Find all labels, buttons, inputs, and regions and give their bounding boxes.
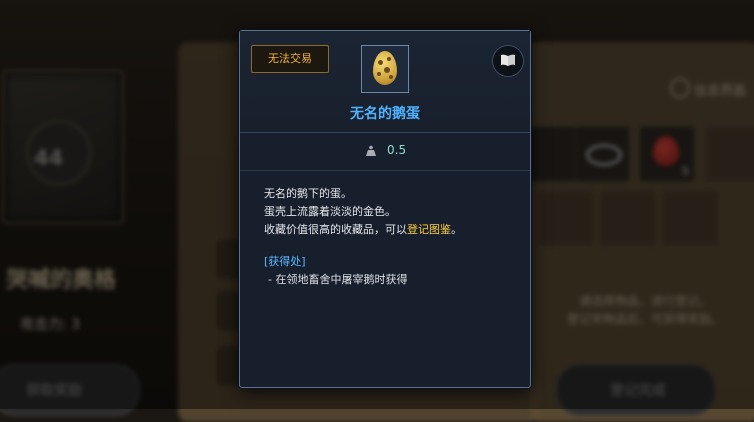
item-name: 无名的鹅蛋 bbox=[350, 106, 420, 122]
item-icon-frame bbox=[361, 45, 409, 93]
book-glyph bbox=[501, 54, 515, 66]
book-icon[interactable] bbox=[492, 45, 524, 77]
weight-value: 0.5 bbox=[387, 143, 407, 157]
register-codex-highlight: 登记图鉴 bbox=[407, 223, 451, 236]
goose-egg-icon bbox=[373, 51, 397, 85]
item-description: 无名的鹅下的蛋。 蛋壳上流露着淡淡的金色。 收藏价值很高的收藏品，可以登记图鉴。 bbox=[264, 185, 462, 239]
description-text: 。 bbox=[451, 223, 462, 236]
egg-spot bbox=[389, 75, 393, 79]
source-title: [获得处] bbox=[264, 255, 306, 268]
source-line: - 在领地畜舍中屠宰鹅时获得 bbox=[268, 273, 408, 286]
description-line: 蛋壳上流露着淡淡的金色。 bbox=[264, 205, 396, 218]
description-line: 无名的鹅下的蛋。 bbox=[264, 187, 352, 200]
tooltip-header: 无法交易 无名的鹅蛋 bbox=[240, 31, 530, 133]
egg-spot bbox=[378, 60, 383, 65]
description-text: 收藏价值很高的收藏品，可以 bbox=[264, 223, 407, 236]
egg-spot bbox=[377, 72, 381, 76]
weight-row: 0.5 bbox=[240, 132, 530, 171]
egg-spot bbox=[384, 67, 390, 73]
egg-spot bbox=[387, 57, 391, 61]
item-tooltip: 无法交易 无名的鹅蛋 0.5 无名的鹅下的蛋。 蛋壳上流露着淡淡的金色。 收藏价… bbox=[239, 30, 531, 388]
weight-icon bbox=[366, 145, 376, 156]
untradable-tag: 无法交易 bbox=[251, 45, 329, 73]
description-line: 收藏价值很高的收藏品，可以登记图鉴。 bbox=[264, 221, 462, 239]
